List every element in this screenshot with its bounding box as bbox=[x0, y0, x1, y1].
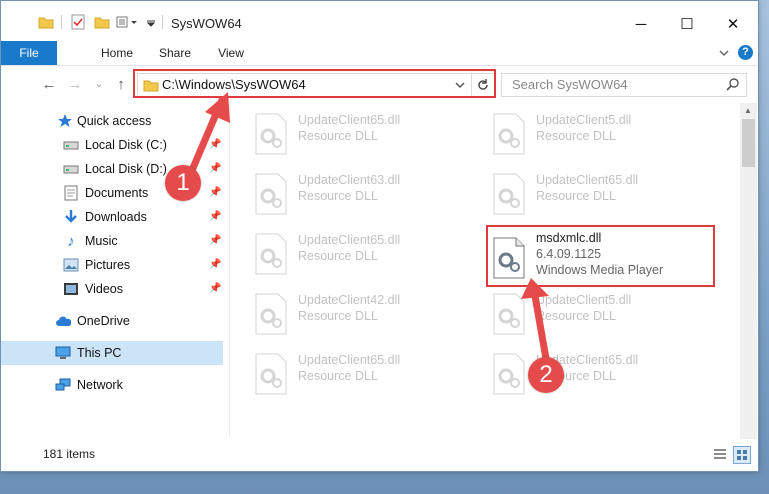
step-badge-2: 2 bbox=[528, 357, 564, 393]
annotation-arrows bbox=[186, 92, 552, 374]
step-badge-1: 1 bbox=[165, 165, 201, 201]
